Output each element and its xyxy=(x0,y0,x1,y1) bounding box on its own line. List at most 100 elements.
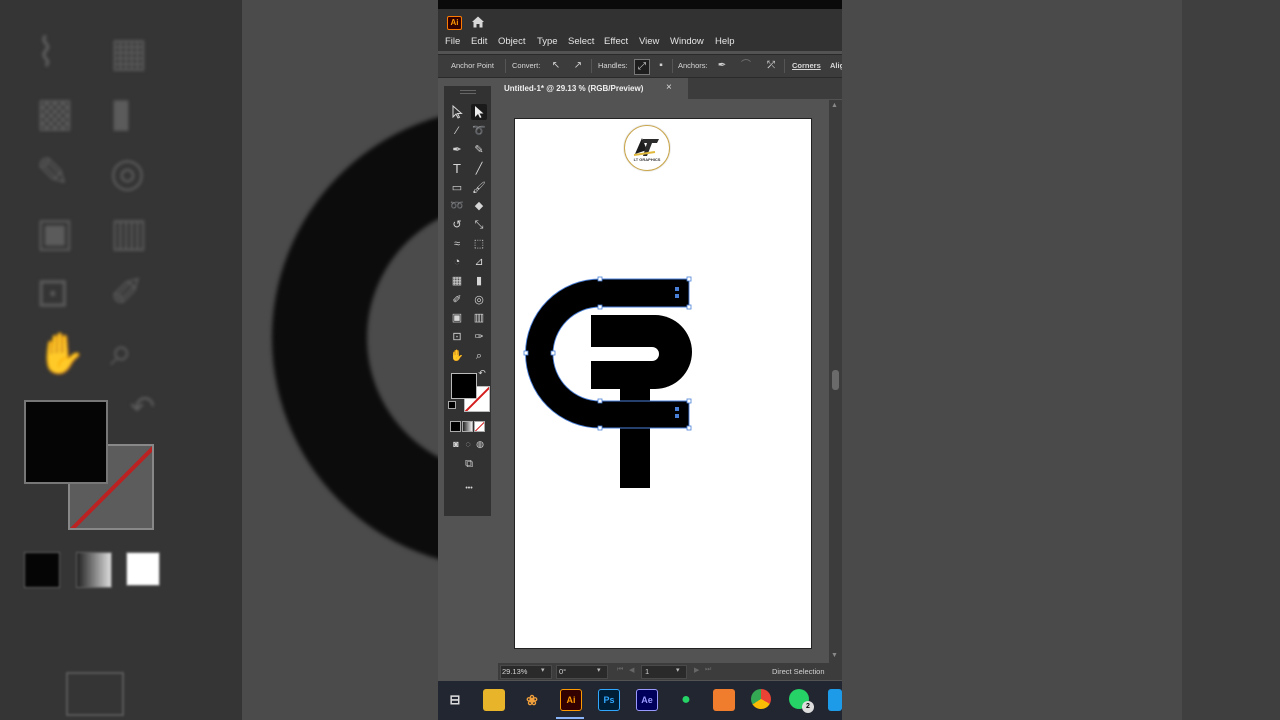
eyedropper-icon[interactable]: ✐ xyxy=(449,292,465,308)
pen-tool-icon[interactable]: ✒ xyxy=(449,142,465,158)
remove-anchor-icon[interactable]: ✒ xyxy=(715,59,729,73)
menu-edit[interactable]: Edit xyxy=(471,36,487,47)
draw-inside-icon[interactable]: ◍ xyxy=(472,436,488,452)
scrollbar-thumb[interactable] xyxy=(832,370,839,390)
gradient-mode-icon[interactable] xyxy=(462,421,473,432)
shape-builder-icon[interactable]: ◔ xyxy=(449,254,465,270)
bg-hand-icon: ✋ xyxy=(36,332,86,376)
line-tool-icon[interactable]: ╱ xyxy=(471,161,487,177)
illustrator-icon[interactable]: Ai xyxy=(560,689,582,711)
rotate-tool-icon[interactable]: ↺ xyxy=(449,217,465,233)
convert-corner-icon[interactable]: ↖ xyxy=(549,59,563,73)
letter-artwork[interactable] xyxy=(515,119,811,648)
document-tab[interactable]: Untitled-1* @ 29.13 % (RGB/Preview) × xyxy=(498,78,688,99)
chevron-down-icon[interactable]: ▾ xyxy=(541,666,545,674)
panel-grip[interactable] xyxy=(460,90,476,94)
eraser-tool-icon[interactable]: ◆ xyxy=(471,198,487,214)
file-explorer-icon[interactable] xyxy=(483,689,505,711)
hide-handles-icon[interactable]: ▪ xyxy=(654,59,668,73)
photoshop-icon[interactable]: Ps xyxy=(598,689,620,711)
chrome-icon[interactable] xyxy=(751,689,771,709)
menu-file[interactable]: File xyxy=(445,36,460,47)
active-app-indicator xyxy=(556,717,584,719)
none-mode-icon[interactable] xyxy=(474,421,485,432)
last-artboard-icon[interactable]: ⏭ xyxy=(705,666,711,674)
shaper-tool-icon[interactable]: ➿ xyxy=(449,198,465,214)
scroll-down-icon[interactable]: ▼ xyxy=(831,652,838,659)
artboard[interactable]: LT GRAPHICS xyxy=(514,118,812,649)
direct-selection-tool-icon[interactable] xyxy=(471,104,487,120)
zoom-value: 29.13% xyxy=(502,667,528,676)
home-icon[interactable] xyxy=(471,15,485,29)
magic-wand-icon[interactable]: ⁄ xyxy=(449,123,465,139)
swap-fill-stroke-icon[interactable]: ↶ xyxy=(477,368,487,378)
anchors-label: Anchors: xyxy=(678,61,708,70)
artboard-tool-icon[interactable]: ⊡ xyxy=(449,329,465,345)
close-icon[interactable]: × xyxy=(666,82,672,93)
bg-slice-icon: ✐ xyxy=(110,271,144,315)
anchor-point xyxy=(523,350,529,356)
bg-color-mode xyxy=(24,552,60,588)
symbol-sprayer-icon[interactable]: ▣ xyxy=(449,310,465,326)
task-view-icon[interactable]: ⊟ xyxy=(444,689,466,711)
document-tab-title: Untitled-1* @ 29.13 % (RGB/Preview) xyxy=(504,84,644,93)
mesh-tool-icon[interactable]: ▦ xyxy=(449,273,465,289)
rotation-value: 0° xyxy=(559,667,567,676)
previous-artboard-icon[interactable]: ◀ xyxy=(629,666,634,674)
gradient-tool-icon[interactable]: ▮ xyxy=(471,273,487,289)
perspective-grid-icon[interactable]: ⊿ xyxy=(471,254,487,270)
blend-tool-icon[interactable]: ◎ xyxy=(471,292,487,308)
vertical-scrollbar[interactable]: ▲ ▼ xyxy=(829,100,842,663)
width-tool-icon[interactable]: ≈ xyxy=(449,236,465,252)
bg-graph-icon: ▥ xyxy=(110,211,148,255)
top-black-bar xyxy=(438,0,842,9)
type-tool-icon[interactable]: T xyxy=(449,161,465,177)
scroll-up-icon[interactable]: ▲ xyxy=(831,102,838,109)
slice-tool-icon[interactable]: ✑ xyxy=(471,329,487,345)
anchor-point xyxy=(550,350,556,356)
whatsapp-desktop-icon[interactable]: ● xyxy=(675,689,697,711)
screen-mode-icon[interactable]: ⧉ xyxy=(459,456,479,472)
menu-type[interactable]: Type xyxy=(537,36,558,47)
lasso-icon[interactable]: ➰ xyxy=(471,123,487,139)
selection-tool-icon[interactable] xyxy=(449,104,465,120)
menu-effect[interactable]: Effect xyxy=(604,36,628,47)
color-mode-icon[interactable] xyxy=(450,421,461,432)
fill-swatch[interactable] xyxy=(451,373,477,399)
scale-tool-icon[interactable]: ⤡ xyxy=(471,217,487,233)
edit-toolbar-icon[interactable]: ••• xyxy=(459,481,479,497)
bg-eyedropper-icon: ✎ xyxy=(36,151,70,195)
windows-taskbar: ⊟ ❀ Ai Ps Ae ● 2 xyxy=(438,681,842,720)
convert-smooth-icon[interactable]: ↗ xyxy=(571,59,585,73)
chevron-down-icon[interactable]: ▾ xyxy=(597,666,601,674)
after-effects-icon[interactable]: Ae xyxy=(636,689,658,711)
menu-view[interactable]: View xyxy=(639,36,659,47)
menu-help[interactable]: Help xyxy=(715,36,735,47)
cut-path-icon[interactable]: ⤱ xyxy=(764,59,778,73)
menu-object[interactable]: Object xyxy=(498,36,525,47)
rectangle-tool-icon[interactable]: ▭ xyxy=(449,180,465,196)
graph-tool-icon[interactable]: ▥ xyxy=(471,310,487,326)
photo-app-icon[interactable]: ❀ xyxy=(521,689,543,711)
zoom-tool-icon[interactable]: ⌕ xyxy=(471,348,487,364)
show-handles-icon[interactable]: ⤢ xyxy=(634,59,650,75)
title-bar: Ai xyxy=(438,9,842,33)
curvature-tool-icon[interactable]: ✎ xyxy=(471,142,487,158)
first-artboard-icon[interactable]: ⏮ xyxy=(617,666,623,674)
hand-tool-icon[interactable]: ✋ xyxy=(449,348,465,364)
corners-link[interactable]: Corners xyxy=(792,61,821,70)
free-transform-icon[interactable]: ⬚ xyxy=(471,236,487,252)
align-link[interactable]: Alig xyxy=(830,61,842,70)
connect-anchors-icon[interactable]: ⌒ xyxy=(739,59,753,73)
bg-swap-icon: ↶ xyxy=(130,391,156,424)
store-icon[interactable] xyxy=(828,689,842,711)
menu-window[interactable]: Window xyxy=(670,36,704,47)
app-icon[interactable] xyxy=(713,689,735,711)
anchor-point xyxy=(597,425,603,431)
chevron-down-icon[interactable]: ▾ xyxy=(676,666,680,674)
canvas-area[interactable]: LT GRAPHICS xyxy=(498,100,832,663)
menu-select[interactable]: Select xyxy=(568,36,594,47)
next-artboard-icon[interactable]: ▶ xyxy=(694,666,699,674)
paintbrush-tool-icon[interactable]: 🖌 xyxy=(471,180,487,196)
default-colors-icon[interactable] xyxy=(448,401,456,409)
